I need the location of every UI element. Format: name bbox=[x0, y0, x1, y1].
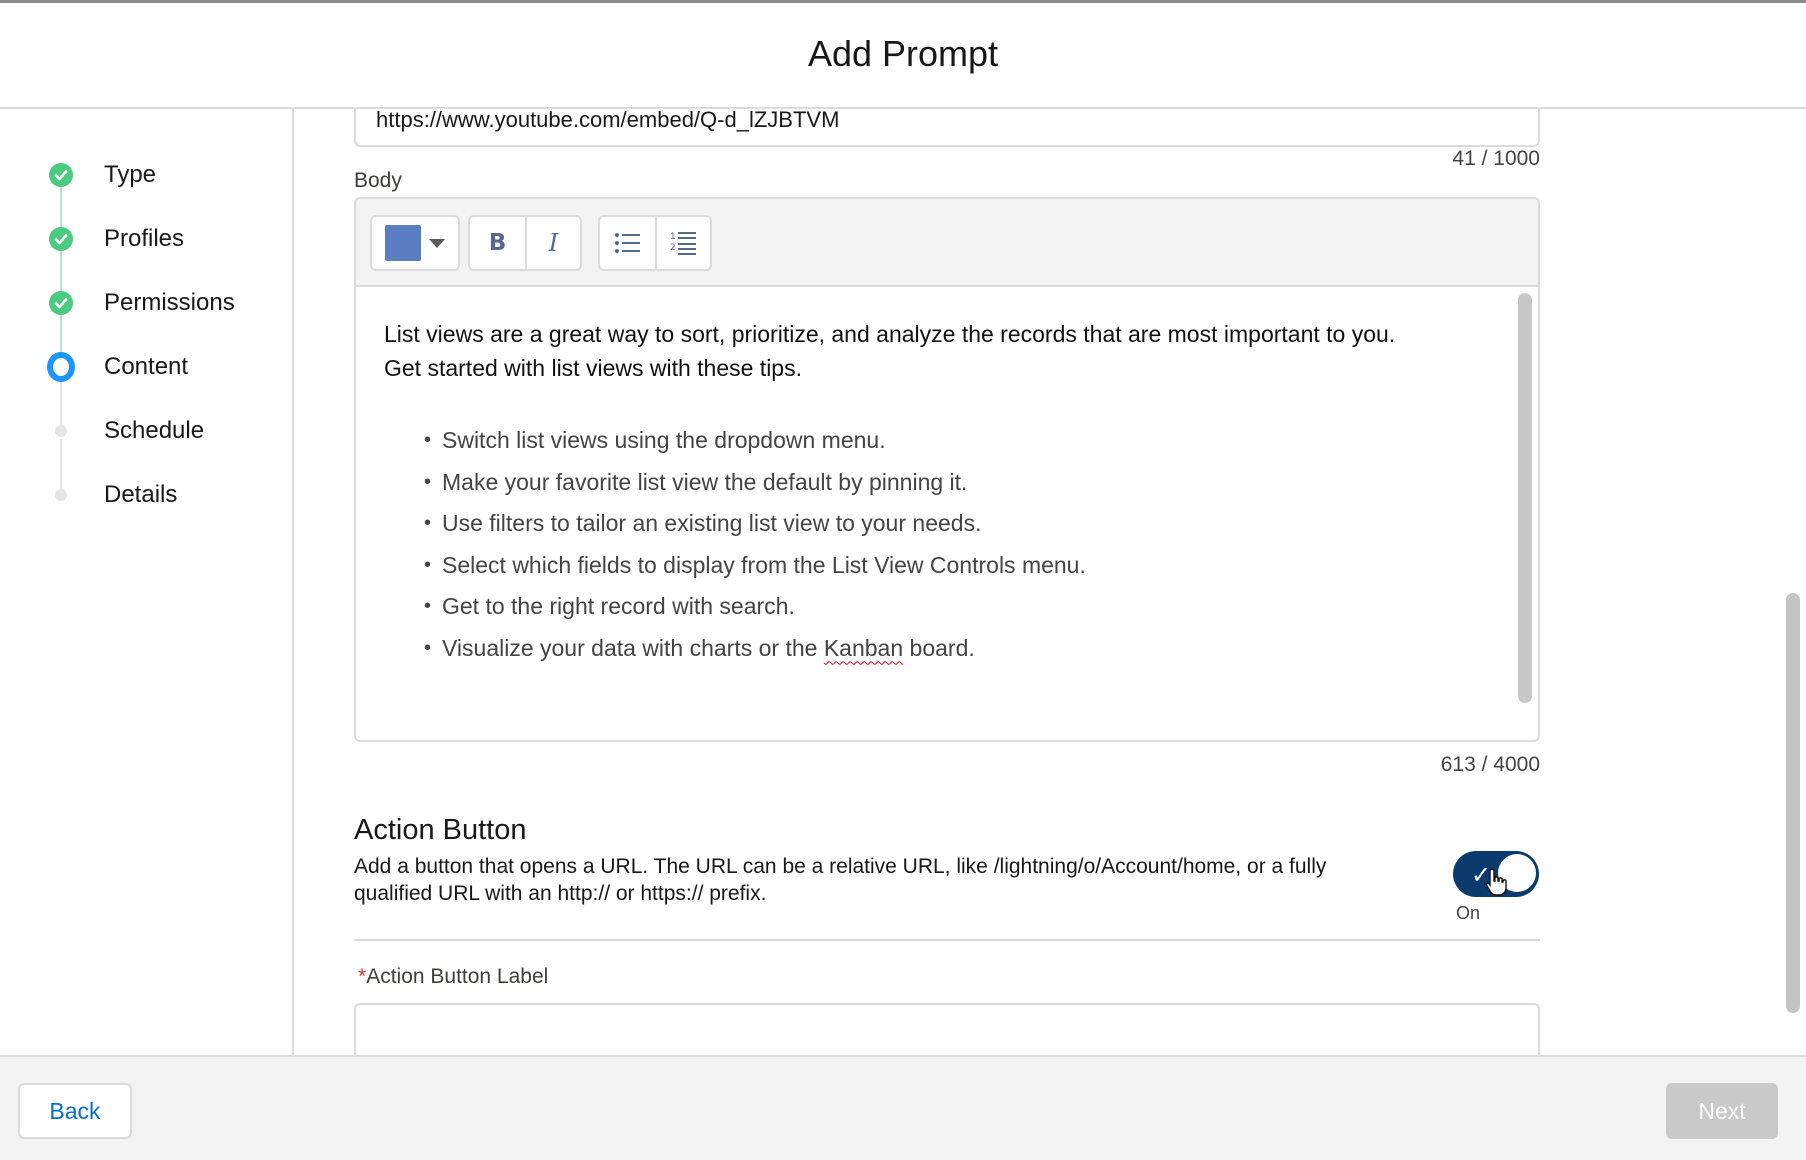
divider bbox=[354, 939, 1540, 941]
required-marker: * bbox=[358, 965, 367, 988]
step-complete-icon bbox=[47, 289, 75, 317]
bold-button[interactable]: B bbox=[470, 217, 525, 269]
svg-text:2: 2 bbox=[670, 243, 676, 253]
format-group: B I bbox=[468, 215, 582, 271]
editor-intro-text: List views are a great way to sort, prio… bbox=[384, 317, 1504, 385]
step-schedule[interactable]: Schedule bbox=[0, 411, 290, 451]
action-button-help: Add a button that opens a URL. The URL c… bbox=[354, 855, 1327, 905]
step-pending-icon bbox=[47, 481, 75, 509]
intro-line: List views are a great way to sort, prio… bbox=[384, 321, 1396, 347]
action-button-label-input[interactable] bbox=[354, 1003, 1540, 1055]
hand-cursor-icon bbox=[1485, 868, 1507, 896]
toggle-state-label: On bbox=[1456, 903, 1481, 923]
step-current-icon bbox=[47, 352, 75, 382]
step-label: Permissions bbox=[104, 289, 235, 316]
back-button[interactable]: Back bbox=[18, 1083, 132, 1139]
step-profiles[interactable]: Profiles bbox=[0, 219, 290, 259]
step-complete-icon bbox=[47, 225, 75, 253]
bulleted-list-icon bbox=[615, 233, 641, 253]
chevron-down-icon bbox=[429, 238, 445, 248]
modal-body: Type Profiles Permissions Content Schedu… bbox=[0, 109, 1806, 1055]
video-url-value: https://www.youtube.com/embed/Q-d_lZJBTV… bbox=[376, 109, 840, 132]
modal-footer: Back Next bbox=[0, 1055, 1806, 1160]
step-label: Details bbox=[104, 481, 178, 508]
color-swatch bbox=[385, 225, 421, 261]
list-item: • Get to the right record with search. bbox=[424, 593, 795, 619]
numbered-list-button[interactable]: 1 2 bbox=[654, 217, 710, 269]
text-color-button[interactable] bbox=[372, 217, 458, 269]
list-item: • Make your favorite list view the defaul… bbox=[424, 468, 968, 495]
italic-button[interactable]: I bbox=[524, 217, 580, 269]
step-label: Content bbox=[104, 353, 189, 380]
modal-scrollbar[interactable] bbox=[1786, 593, 1800, 1013]
action-button-title: Action Button bbox=[354, 814, 527, 846]
svg-text:1: 1 bbox=[670, 232, 676, 242]
step-label: Schedule bbox=[104, 417, 205, 444]
rich-text-editor[interactable]: B I 1 2 List views are a great way to so… bbox=[354, 197, 1540, 742]
modal-title: Add Prompt bbox=[807, 33, 999, 74]
list-item: • Select which fields to display from the… bbox=[424, 551, 1086, 578]
editor-toolbar: B I 1 2 bbox=[356, 199, 1538, 287]
body-label: Body bbox=[354, 169, 402, 192]
content-pane: https://www.youtube.com/embed/Q-d_lZJBTV… bbox=[296, 109, 1788, 1055]
step-permissions[interactable]: Permissions bbox=[0, 283, 290, 323]
editor-scrollbar[interactable] bbox=[1518, 293, 1532, 703]
list-item: • Visualize your data with charts or the … bbox=[424, 634, 975, 661]
step-type[interactable]: Type bbox=[0, 155, 290, 195]
tips-list: • Switch list views using the dropdown me… bbox=[424, 423, 1086, 672]
italic-icon: I bbox=[548, 229, 559, 257]
list-group: 1 2 bbox=[598, 215, 712, 271]
color-picker-group bbox=[370, 215, 460, 271]
spellcheck-word: Kanban bbox=[823, 634, 904, 661]
list-item: • Use filters to tailor an existing list … bbox=[424, 510, 982, 536]
progress-stepper: Type Profiles Permissions Content Schedu… bbox=[0, 109, 294, 1055]
list-item: • Switch list views using the dropdown me… bbox=[424, 427, 886, 453]
video-url-input[interactable]: https://www.youtube.com/embed/Q-d_lZJBTV… bbox=[354, 109, 1540, 147]
step-pending-icon bbox=[47, 417, 75, 445]
next-button[interactable]: Next bbox=[1666, 1083, 1778, 1139]
modal-header: Add Prompt bbox=[0, 3, 1806, 109]
step-label: Profiles bbox=[104, 225, 185, 252]
video-url-char-count: 41 / 1000 bbox=[1452, 147, 1540, 170]
body-char-count: 613 / 4000 bbox=[1440, 753, 1540, 776]
bold-icon: B bbox=[488, 230, 507, 256]
action-button-label-field-label: *Action Button Label bbox=[358, 965, 549, 988]
step-details[interactable]: Details bbox=[0, 475, 290, 515]
step-content[interactable]: Content bbox=[0, 347, 290, 387]
intro-line: Get started with list views with these t… bbox=[384, 355, 802, 381]
bulleted-list-button[interactable] bbox=[600, 217, 655, 269]
step-complete-icon bbox=[47, 161, 75, 189]
numbered-list-icon: 1 2 bbox=[670, 232, 697, 255]
step-label: Type bbox=[104, 161, 157, 188]
